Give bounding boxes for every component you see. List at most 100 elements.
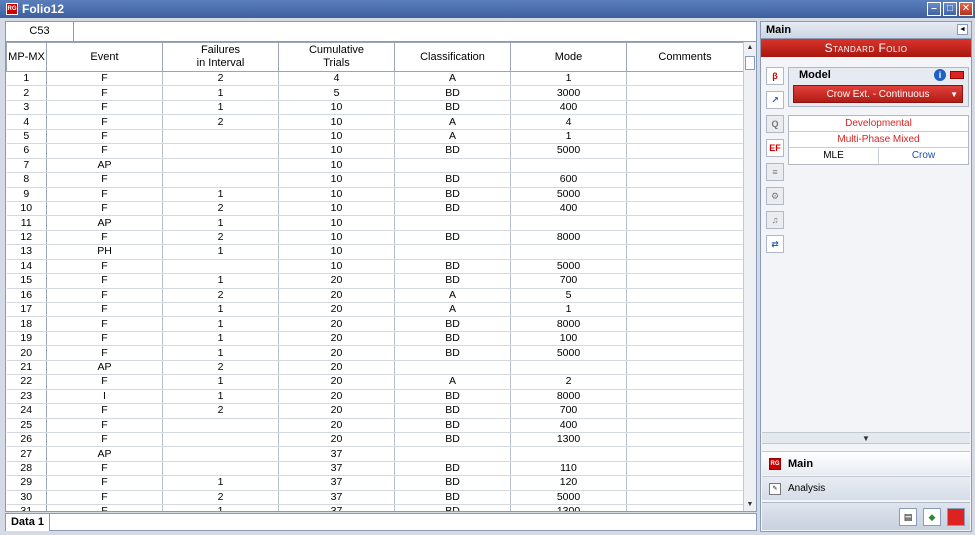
formula-input[interactable] <box>74 22 756 41</box>
table-cell[interactable]: F <box>46 129 163 145</box>
table-cell[interactable]: BD <box>394 389 511 405</box>
table-cell[interactable]: A <box>394 71 511 87</box>
row-header[interactable]: 2 <box>6 85 47 101</box>
table-cell[interactable] <box>626 273 743 289</box>
table-cell[interactable]: 3000 <box>510 85 627 101</box>
column-header[interactable]: MP-MX <box>6 42 47 72</box>
table-cell[interactable]: 700 <box>510 403 627 419</box>
table-cell[interactable] <box>626 360 743 376</box>
row-header[interactable]: 14 <box>6 259 47 275</box>
table-cell[interactable] <box>626 201 743 217</box>
table-cell[interactable]: 1 <box>162 475 279 491</box>
gear-icon[interactable]: ⚙ <box>766 187 784 205</box>
table-cell[interactable]: 20 <box>278 360 395 376</box>
table-cell[interactable] <box>626 143 743 159</box>
table-cell[interactable]: BD <box>394 490 511 506</box>
scroll-up-icon[interactable]: ▲ <box>744 42 756 54</box>
column-header[interactable]: Classification <box>394 42 511 72</box>
table-cell[interactable]: 1 <box>162 302 279 318</box>
table-cell[interactable]: BD <box>394 331 511 347</box>
table-cell[interactable]: A <box>394 288 511 304</box>
table-cell[interactable]: A <box>394 302 511 318</box>
table-cell[interactable] <box>162 418 279 433</box>
table-cell[interactable]: 20 <box>278 432 395 448</box>
table-cell[interactable]: 1 <box>162 244 279 260</box>
ef-icon[interactable]: EF <box>766 139 784 157</box>
scroll-thumb[interactable] <box>745 56 755 70</box>
table-cell[interactable]: F <box>46 259 163 275</box>
table-cell[interactable]: 2 <box>162 114 279 130</box>
minimize-panel-icon[interactable] <box>947 508 965 526</box>
row-header[interactable]: 23 <box>6 389 47 405</box>
row-header[interactable]: 26 <box>6 432 47 448</box>
table-cell[interactable]: 10 <box>278 114 395 130</box>
table-cell[interactable]: 5 <box>510 288 627 304</box>
table-cell[interactable]: F <box>46 504 163 511</box>
row-header[interactable]: 27 <box>6 446 47 462</box>
table-cell[interactable]: 700 <box>510 273 627 289</box>
table-cell[interactable]: F <box>46 345 163 361</box>
table-cell[interactable] <box>162 432 279 448</box>
table-cell[interactable]: BD <box>394 504 511 511</box>
row-header[interactable]: 5 <box>6 129 47 145</box>
table-cell[interactable]: 37 <box>278 475 395 491</box>
info-icon[interactable]: i <box>934 69 946 81</box>
table-cell[interactable]: 120 <box>510 475 627 491</box>
table-cell[interactable]: 1300 <box>510 504 627 511</box>
table-cell[interactable]: 1 <box>162 100 279 116</box>
row-header[interactable]: 17 <box>6 302 47 318</box>
table-cell[interactable]: 10 <box>278 187 395 202</box>
table-cell[interactable]: 400 <box>510 201 627 217</box>
table-cell[interactable]: 10 <box>278 158 395 174</box>
method-mle[interactable]: MLE <box>789 148 879 164</box>
table-cell[interactable]: F <box>46 432 163 448</box>
table-cell[interactable]: F <box>46 201 163 217</box>
row-header[interactable]: 20 <box>6 345 47 361</box>
table-cell[interactable]: 2 <box>162 201 279 217</box>
table-cell[interactable]: 5000 <box>510 345 627 361</box>
table-cell[interactable]: 1 <box>162 389 279 405</box>
table-cell[interactable]: 20 <box>278 302 395 318</box>
table-cell[interactable]: 5000 <box>510 259 627 275</box>
row-header[interactable]: 11 <box>6 215 47 231</box>
table-cell[interactable]: 2 <box>162 230 279 246</box>
table-cell[interactable]: 5000 <box>510 187 627 202</box>
row-header[interactable]: 9 <box>6 187 47 202</box>
row-header[interactable]: 29 <box>6 475 47 491</box>
close-button[interactable]: ✕ <box>959 2 973 16</box>
cell-reference-box[interactable]: C53 <box>6 22 74 41</box>
table-cell[interactable]: 5000 <box>510 143 627 159</box>
table-cell[interactable]: 100 <box>510 331 627 347</box>
calc-icon[interactable]: ≡ <box>766 163 784 181</box>
table-cell[interactable]: F <box>46 187 163 202</box>
table-cell[interactable]: AP <box>46 446 163 462</box>
table-cell[interactable] <box>626 316 743 332</box>
row-header[interactable]: 16 <box>6 288 47 304</box>
table-cell[interactable]: F <box>46 85 163 101</box>
table-cell[interactable]: BD <box>394 230 511 246</box>
table-cell[interactable]: 10 <box>278 230 395 246</box>
table-cell[interactable] <box>626 187 743 202</box>
table-cell[interactable]: 1 <box>510 129 627 145</box>
table-cell[interactable]: 1 <box>162 85 279 101</box>
table-cell[interactable] <box>626 432 743 448</box>
row-header[interactable]: 3 <box>6 100 47 116</box>
table-cell[interactable]: 4 <box>278 71 395 87</box>
table-cell[interactable]: PH <box>46 244 163 260</box>
row-header[interactable]: 24 <box>6 403 47 419</box>
table-cell[interactable]: BD <box>394 187 511 202</box>
table-cell[interactable]: BD <box>394 345 511 361</box>
table-cell[interactable]: 10 <box>278 129 395 145</box>
row-header[interactable]: 12 <box>6 230 47 246</box>
table-cell[interactable] <box>162 259 279 275</box>
attr-multi-phase[interactable]: Multi-Phase Mixed <box>789 132 968 148</box>
table-cell[interactable]: F <box>46 475 163 491</box>
table-cell[interactable] <box>394 244 511 260</box>
table-cell[interactable] <box>162 158 279 174</box>
table-cell[interactable]: 10 <box>278 201 395 217</box>
table-cell[interactable] <box>626 418 743 433</box>
row-header[interactable]: 10 <box>6 201 47 217</box>
table-cell[interactable] <box>510 215 627 231</box>
table-cell[interactable] <box>626 215 743 231</box>
table-cell[interactable]: 1 <box>162 187 279 202</box>
